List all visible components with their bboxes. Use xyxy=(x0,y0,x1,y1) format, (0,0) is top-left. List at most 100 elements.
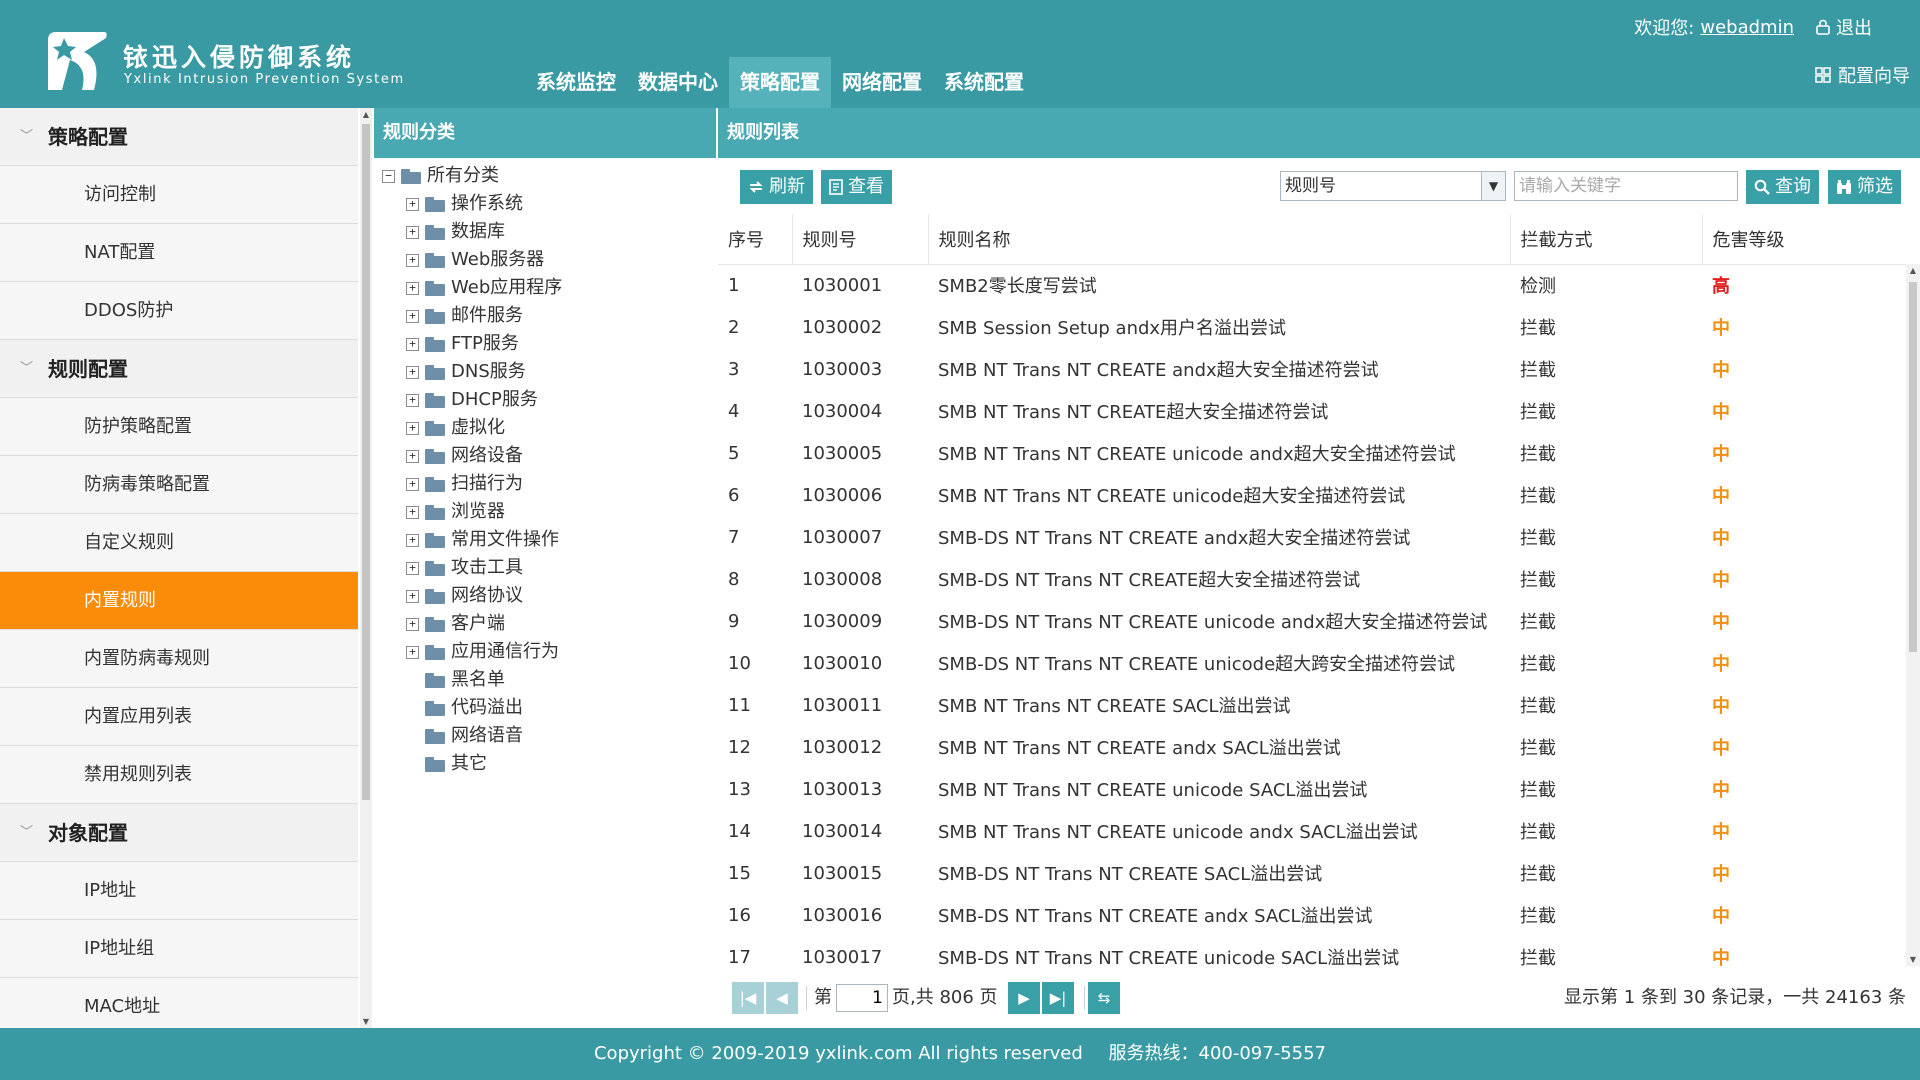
chevron-down-icon[interactable]: ▼ xyxy=(1481,172,1505,200)
table-row[interactable]: 2 1030002 SMB Session Setup andx用户名溢出尝试 拦截 中 xyxy=(718,306,1906,348)
sidebar-item[interactable]: 自定义规则 xyxy=(0,514,358,572)
next-page-icon[interactable]: ▶ xyxy=(1008,982,1040,1014)
tree-node[interactable]: + 客户端 xyxy=(382,610,716,638)
tree-node[interactable]: + 数据库 xyxy=(382,218,716,246)
tree-node[interactable]: + 扫描行为 xyxy=(382,470,716,498)
search-field-select[interactable]: 规则号 ▼ xyxy=(1280,171,1506,201)
tree-node[interactable]: + 网络设备 xyxy=(382,442,716,470)
table-row[interactable]: 5 1030005 SMB NT Trans NT CREATE unicode a… xyxy=(718,432,1906,474)
expand-icon[interactable]: + xyxy=(406,477,419,491)
column-header[interactable]: 危害等级 xyxy=(1701,214,1906,265)
sidebar-item[interactable]: NAT配置 xyxy=(0,224,358,282)
username-link[interactable]: webadmin xyxy=(1700,17,1794,38)
sidebar-item[interactable]: DDOS防护 xyxy=(0,282,358,340)
table-row[interactable]: 10 1030010 SMB-DS NT Trans NT CREATE unico… xyxy=(718,642,1906,684)
sidebar-item[interactable]: 内置规则 xyxy=(0,572,358,630)
tree-node[interactable]: + Web服务器 xyxy=(382,246,716,274)
column-header[interactable]: 拦截方式 xyxy=(1509,214,1702,265)
tree-node[interactable]: 网络语音 xyxy=(382,722,716,750)
expand-icon[interactable]: + xyxy=(406,337,419,351)
scroll-up-icon[interactable]: ▲ xyxy=(360,110,372,119)
sidebar-item[interactable]: 内置应用列表 xyxy=(0,688,358,746)
tree-node[interactable]: + FTP服务 xyxy=(382,330,716,358)
collapse-icon[interactable]: − xyxy=(382,169,395,183)
scroll-thumb[interactable] xyxy=(362,124,370,800)
page-number-input[interactable] xyxy=(836,984,888,1012)
sidebar-group-header[interactable]: ﹀ 策略配置 xyxy=(0,108,358,166)
tree-node[interactable]: + 操作系统 xyxy=(382,190,716,218)
column-header[interactable]: 规则号 xyxy=(791,214,928,265)
nav-tab[interactable]: 策略配置 xyxy=(729,57,831,108)
keyword-input[interactable] xyxy=(1514,171,1738,201)
table-row[interactable]: 16 1030016 SMB-DS NT Trans NT CREATE andx … xyxy=(718,894,1906,936)
table-row[interactable]: 3 1030003 SMB NT Trans NT CREATE andx超大安全描… xyxy=(718,348,1906,390)
expand-icon[interactable]: + xyxy=(406,281,419,295)
sidebar-item[interactable]: 禁用规则列表 xyxy=(0,746,358,804)
table-row[interactable]: 8 1030008 SMB-DS NT Trans NT CREATE超大安全描述符… xyxy=(718,558,1906,600)
table-row[interactable]: 15 1030015 SMB-DS NT Trans NT CREATE SACL溢… xyxy=(718,852,1906,894)
tree-node[interactable]: + Web应用程序 xyxy=(382,274,716,302)
table-row[interactable]: 12 1030012 SMB NT Trans NT CREATE andx SAC… xyxy=(718,726,1906,768)
config-wizard-link[interactable]: 配置向导 xyxy=(1815,62,1910,88)
sidebar-item[interactable]: 内置防病毒规则 xyxy=(0,630,358,688)
prev-page-icon[interactable]: ◀ xyxy=(766,982,798,1014)
table-row[interactable]: 4 1030004 SMB NT Trans NT CREATE超大安全描述符尝试 拦… xyxy=(718,390,1906,432)
tree-node[interactable]: + 常用文件操作 xyxy=(382,526,716,554)
first-page-icon[interactable]: |◀ xyxy=(732,982,764,1014)
expand-icon[interactable]: + xyxy=(406,225,419,239)
table-row[interactable]: 6 1030006 SMB NT Trans NT CREATE unicode超大… xyxy=(718,474,1906,516)
expand-icon[interactable]: + xyxy=(406,253,419,267)
tree-node[interactable]: + 浏览器 xyxy=(382,498,716,526)
logout-link[interactable]: 退出 xyxy=(1836,14,1872,40)
table-row[interactable]: 11 1030011 SMB NT Trans NT CREATE SACL溢出尝试… xyxy=(718,684,1906,726)
tree-node[interactable]: 其它 xyxy=(382,750,716,778)
expand-icon[interactable]: + xyxy=(406,197,419,211)
table-row[interactable]: 14 1030014 SMB NT Trans NT CREATE unicode … xyxy=(718,810,1906,852)
nav-tab[interactable]: 系统监控 xyxy=(525,57,627,108)
expand-icon[interactable]: + xyxy=(406,533,419,547)
tree-node[interactable]: 代码溢出 xyxy=(382,694,716,722)
tree-node[interactable]: + 邮件服务 xyxy=(382,302,716,330)
sidebar-item[interactable]: MAC地址 xyxy=(0,978,358,1028)
sidebar-item[interactable]: 访问控制 xyxy=(0,166,358,224)
sidebar-item[interactable]: 防病毒策略配置 xyxy=(0,456,358,514)
refresh-button[interactable]: 刷新 xyxy=(740,170,813,204)
sidebar-item[interactable]: 防护策略配置 xyxy=(0,398,358,456)
scroll-thumb[interactable] xyxy=(1909,282,1917,652)
table-row[interactable]: 13 1030013 SMB NT Trans NT CREATE unicode … xyxy=(718,768,1906,810)
tree-node[interactable]: + DHCP服务 xyxy=(382,386,716,414)
column-header[interactable]: 规则名称 xyxy=(927,214,1510,265)
scroll-down-icon[interactable]: ▼ xyxy=(1906,955,1920,964)
expand-icon[interactable]: + xyxy=(406,309,419,323)
expand-icon[interactable]: + xyxy=(406,393,419,407)
expand-icon[interactable]: + xyxy=(406,617,419,631)
nav-tab[interactable]: 网络配置 xyxy=(831,57,933,108)
reload-icon[interactable]: ⇆ xyxy=(1088,982,1120,1014)
column-header[interactable]: 序号 xyxy=(718,214,792,265)
tree-node[interactable]: + 攻击工具 xyxy=(382,554,716,582)
tree-node[interactable]: 黑名单 xyxy=(382,666,716,694)
query-button[interactable]: 查询 xyxy=(1746,170,1819,204)
last-page-icon[interactable]: ▶| xyxy=(1042,982,1074,1014)
tree-node[interactable]: + 应用通信行为 xyxy=(382,638,716,666)
filter-button[interactable]: 筛选 xyxy=(1828,170,1901,204)
table-row[interactable]: 7 1030007 SMB-DS NT Trans NT CREATE andx超大… xyxy=(718,516,1906,558)
expand-icon[interactable]: + xyxy=(406,365,419,379)
tree-node[interactable]: + 网络协议 xyxy=(382,582,716,610)
expand-icon[interactable]: + xyxy=(406,505,419,519)
tree-root-node[interactable]: − 所有分类 xyxy=(382,162,716,190)
sidebar-item[interactable]: IP地址组 xyxy=(0,920,358,978)
nav-tab[interactable]: 数据中心 xyxy=(627,57,729,108)
table-row[interactable]: 9 1030009 SMB-DS NT Trans NT CREATE unicod… xyxy=(718,600,1906,642)
scroll-up-icon[interactable]: ▲ xyxy=(1906,266,1920,275)
sidebar-scrollbar[interactable]: ▲ ▼ xyxy=(360,108,372,1028)
expand-icon[interactable]: + xyxy=(406,449,419,463)
sidebar-group-header[interactable]: ﹀ 规则配置 xyxy=(0,340,358,398)
table-scrollbar[interactable]: ▲ ▼ xyxy=(1906,264,1920,966)
sidebar-group-header[interactable]: ﹀ 对象配置 xyxy=(0,804,358,862)
expand-icon[interactable]: + xyxy=(406,645,419,659)
expand-icon[interactable]: + xyxy=(406,421,419,435)
scroll-down-icon[interactable]: ▼ xyxy=(360,1017,372,1026)
tree-node[interactable]: + 虚拟化 xyxy=(382,414,716,442)
tree-node[interactable]: + DNS服务 xyxy=(382,358,716,386)
